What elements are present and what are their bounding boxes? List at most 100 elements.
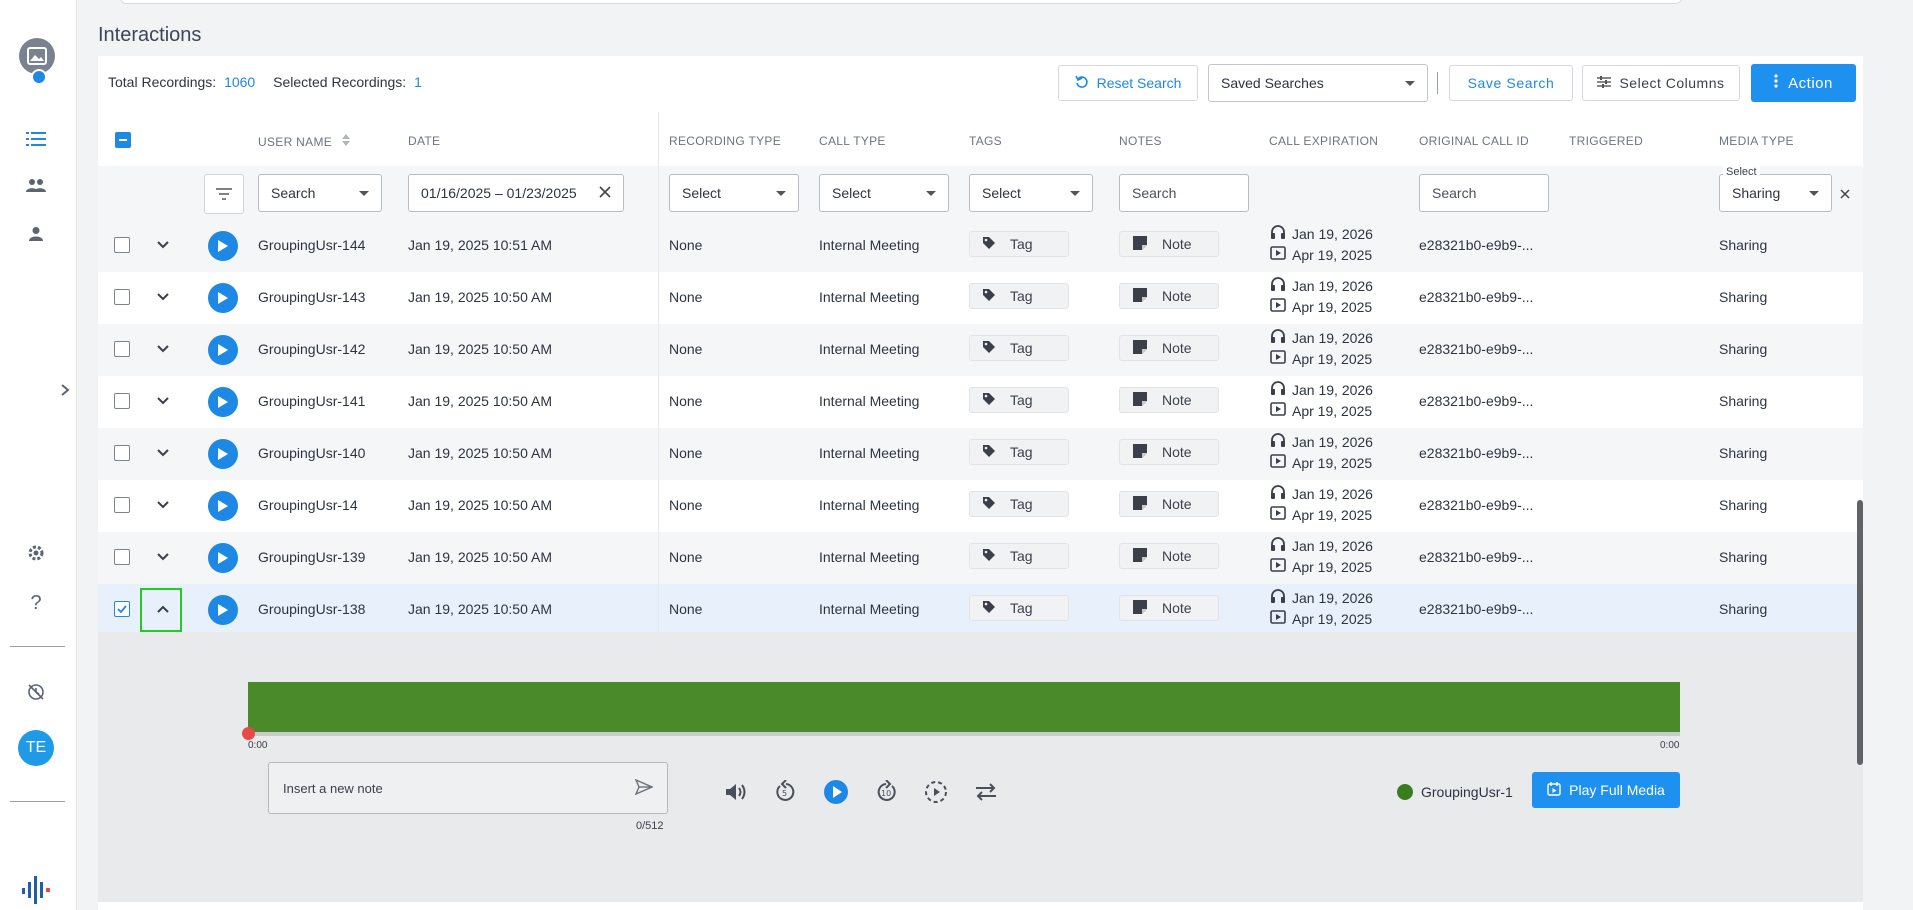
clear-date-icon[interactable]: [599, 185, 611, 201]
tag-button[interactable]: Tag: [969, 439, 1069, 465]
table-row[interactable]: GroupingUsr-140 Jan 19, 2025 10:50 AM None…: [98, 428, 1863, 480]
recording-type-filter[interactable]: Select: [669, 174, 799, 212]
play-pause-icon[interactable]: [822, 778, 850, 806]
tags-filter[interactable]: Select: [969, 174, 1093, 212]
chevron-down-icon[interactable]: [154, 236, 172, 254]
tag-button[interactable]: Tag: [969, 231, 1069, 257]
new-note-input[interactable]: Insert a new note: [268, 762, 668, 814]
waveform[interactable]: [248, 682, 1680, 732]
chevron-down-icon[interactable]: [154, 496, 172, 514]
row-checkbox[interactable]: [114, 237, 130, 253]
table-row[interactable]: GroupingUsr-143 Jan 19, 2025 10:50 AM None…: [98, 272, 1863, 324]
column-header-tags[interactable]: TAGS: [969, 134, 1002, 148]
tag-button[interactable]: Tag: [969, 387, 1069, 413]
fast-forward-icon[interactable]: 10: [872, 778, 900, 806]
save-search-button[interactable]: Save Search: [1449, 65, 1573, 101]
media-type-filter[interactable]: Sharing: [1719, 174, 1832, 212]
note-button[interactable]: Note: [1119, 595, 1219, 621]
row-checkbox[interactable]: [114, 393, 130, 409]
play-recording-icon[interactable]: [208, 491, 238, 521]
tag-button[interactable]: Tag: [969, 543, 1069, 569]
note-button[interactable]: Note: [1119, 283, 1219, 309]
column-header-notes[interactable]: NOTES: [1119, 134, 1162, 148]
call-type-filter[interactable]: Select: [819, 174, 949, 212]
row-checkbox[interactable]: [114, 601, 130, 617]
play-recording-icon[interactable]: [208, 595, 238, 625]
user-avatar[interactable]: TE: [18, 730, 54, 766]
column-header-triggered[interactable]: TRIGGERED: [1569, 134, 1643, 148]
column-header-date[interactable]: DATE: [408, 134, 440, 148]
playhead-handle[interactable]: [242, 727, 255, 740]
table-row[interactable]: GroupingUsr-144 Jan 19, 2025 10:51 AM None…: [98, 220, 1863, 272]
row-checkbox[interactable]: [114, 445, 130, 461]
note-button[interactable]: Note: [1119, 387, 1219, 413]
note-button[interactable]: Note: [1119, 439, 1219, 465]
send-icon[interactable]: [634, 778, 654, 798]
add-photo-badge[interactable]: [31, 69, 47, 85]
tag-button[interactable]: Tag: [969, 335, 1069, 361]
rewind-icon[interactable]: 5: [772, 778, 800, 806]
progress-track[interactable]: [248, 732, 1680, 736]
chevron-down-icon[interactable]: [154, 288, 172, 306]
help-icon[interactable]: ?: [22, 589, 50, 617]
chevron-down-icon[interactable]: [154, 548, 172, 566]
person-icon[interactable]: [22, 220, 50, 248]
play-recording-icon[interactable]: [208, 387, 238, 417]
play-recording-icon[interactable]: [208, 335, 238, 365]
list-icon[interactable]: [22, 125, 50, 153]
play-recording-icon[interactable]: [208, 283, 238, 313]
chevron-down-icon[interactable]: [154, 340, 172, 358]
column-header-call-type[interactable]: CALL TYPE: [819, 134, 886, 148]
column-header-recording-type[interactable]: RECORDING TYPE: [669, 134, 781, 148]
expanded-media-player: 0:00 0:00 Insert a new note 0/512 5 10 G…: [98, 632, 1863, 902]
play-recording-icon[interactable]: [208, 543, 238, 573]
expand-rail-chevron-icon[interactable]: [60, 383, 70, 402]
table-row[interactable]: GroupingUsr-142 Jan 19, 2025 10:50 AM None…: [98, 324, 1863, 376]
playback-speed-icon[interactable]: [922, 778, 950, 806]
gear-icon[interactable]: [22, 539, 50, 567]
tag-button[interactable]: Tag: [969, 283, 1069, 309]
row-checkbox[interactable]: [114, 549, 130, 565]
history-icon[interactable]: [22, 678, 50, 706]
reset-search-button[interactable]: Reset Search: [1058, 65, 1198, 101]
column-header-call-expiration[interactable]: CALL EXPIRATION: [1269, 134, 1378, 148]
action-button[interactable]: Action: [1751, 64, 1856, 102]
notes-filter-input[interactable]: Search: [1119, 174, 1249, 212]
table-row[interactable]: GroupingUsr-138 Jan 19, 2025 10:50 AM None…: [98, 584, 1863, 636]
chevron-down-icon[interactable]: [154, 392, 172, 410]
table-row[interactable]: GroupingUsr-14 Jan 19, 2025 10:50 AM None I…: [98, 480, 1863, 532]
group-icon[interactable]: [22, 172, 50, 200]
play-recording-icon[interactable]: [208, 439, 238, 469]
chevron-down-icon[interactable]: [154, 444, 172, 462]
user-name-filter[interactable]: Search: [258, 174, 382, 212]
sort-icon[interactable]: [341, 134, 350, 149]
media-type-cell: Sharing: [1719, 289, 1768, 305]
note-button[interactable]: Note: [1119, 491, 1219, 517]
table-row[interactable]: GroupingUsr-139 Jan 19, 2025 10:50 AM None…: [98, 532, 1863, 584]
table-row[interactable]: GroupingUsr-141 Jan 19, 2025 10:50 AM None…: [98, 376, 1863, 428]
select-columns-button[interactable]: Select Columns: [1582, 65, 1740, 101]
tag-button[interactable]: Tag: [969, 595, 1069, 621]
column-header-original-call-id[interactable]: ORIGINAL CALL ID: [1419, 134, 1529, 148]
filter-icon[interactable]: [204, 174, 244, 214]
play-recording-icon[interactable]: [208, 231, 238, 261]
chevron-up-icon[interactable]: [154, 600, 172, 618]
call-id-filter-input[interactable]: Search: [1419, 174, 1549, 212]
note-button[interactable]: Note: [1119, 231, 1219, 257]
date-range-filter[interactable]: 01/16/2025 – 01/23/2025: [408, 174, 624, 212]
clear-media-filter-icon[interactable]: [1840, 186, 1850, 202]
saved-searches-dropdown[interactable]: Saved Searches: [1208, 64, 1428, 102]
play-full-media-button[interactable]: Play Full Media: [1532, 772, 1680, 808]
row-checkbox[interactable]: [114, 341, 130, 357]
row-checkbox[interactable]: [114, 289, 130, 305]
volume-icon[interactable]: [722, 778, 750, 806]
note-button[interactable]: Note: [1119, 335, 1219, 361]
column-header-user-name[interactable]: USER NAME: [258, 134, 350, 149]
select-all-checkbox[interactable]: [115, 132, 131, 148]
vertical-scrollbar[interactable]: [1857, 500, 1863, 765]
tag-button[interactable]: Tag: [969, 491, 1069, 517]
swap-icon[interactable]: [972, 778, 1000, 806]
column-header-media-type[interactable]: MEDIA TYPE: [1719, 134, 1794, 148]
row-checkbox[interactable]: [114, 497, 130, 513]
note-button[interactable]: Note: [1119, 543, 1219, 569]
